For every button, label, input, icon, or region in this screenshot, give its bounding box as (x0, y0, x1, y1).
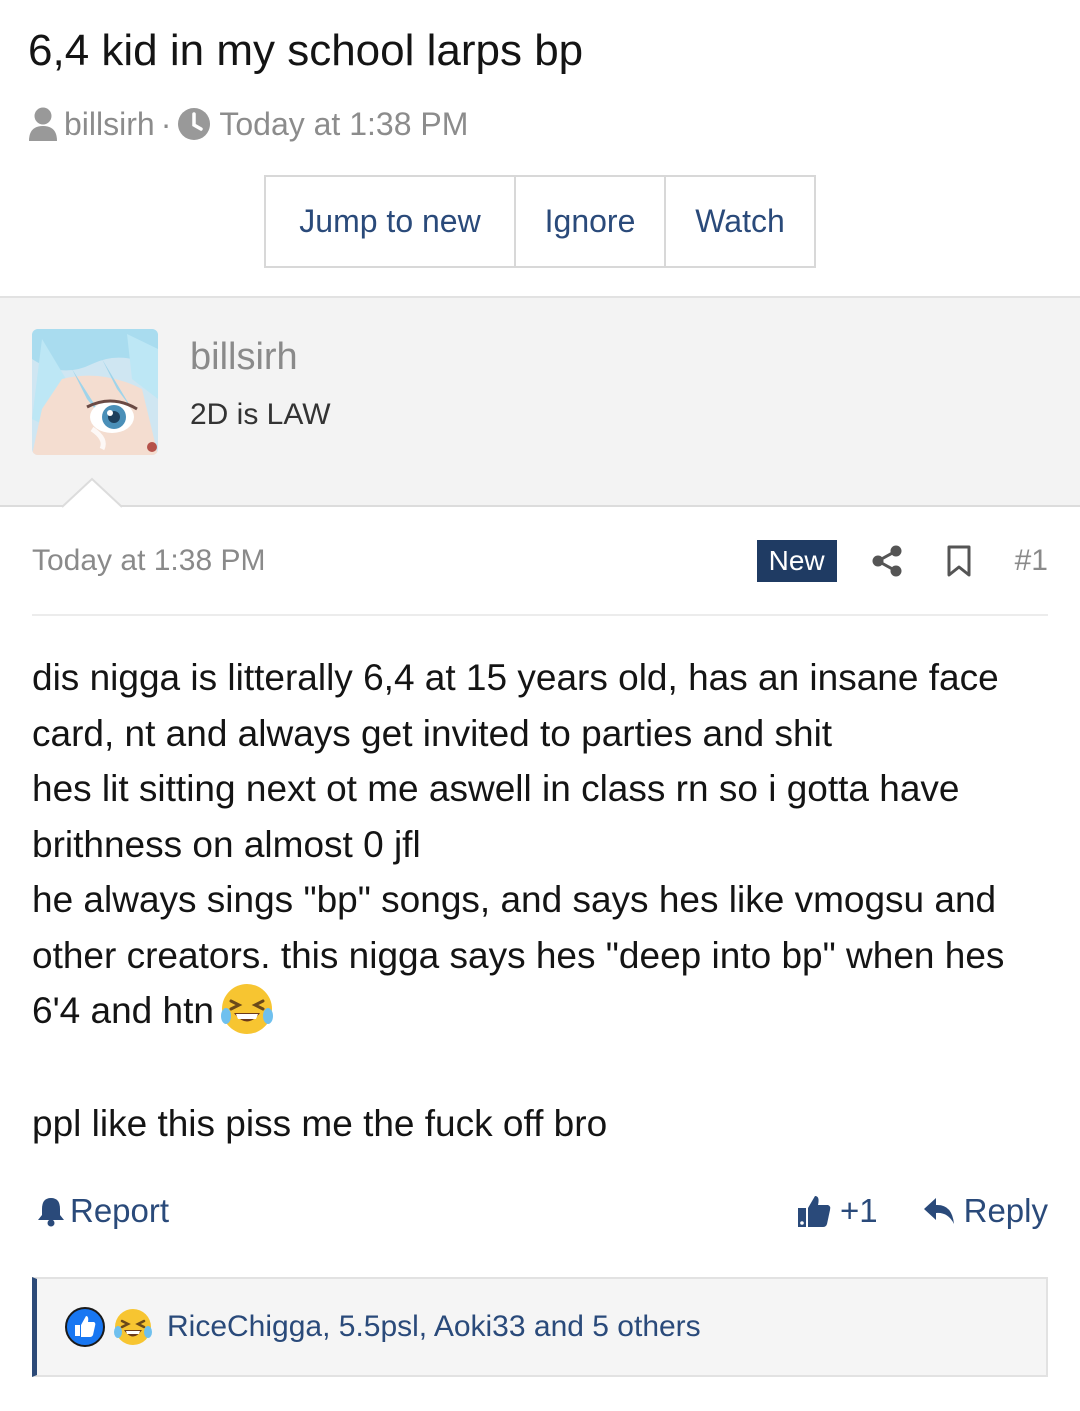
thread-author-link[interactable]: billsirh (64, 106, 155, 143)
avatar[interactable] (32, 329, 158, 455)
thread-header: 6,4 kid in my school larps bp billsirh ·… (0, 0, 1080, 296)
reactions-bar: RiceChigga, 5.5psl, Aoki33 and 5 others (32, 1277, 1048, 1377)
reply-button[interactable]: Reply (922, 1192, 1048, 1230)
watch-button[interactable]: Watch (666, 177, 814, 266)
laughing-tears-emoji-icon (220, 982, 274, 1036)
meta-separator: · (160, 105, 172, 142)
post-text-line: card, nt and always get invited to parti… (32, 712, 833, 754)
bell-icon (38, 1198, 64, 1227)
user-icon (28, 106, 58, 142)
user-title: 2D is LAW (190, 398, 331, 431)
jump-to-new-button[interactable]: Jump to new (266, 177, 516, 266)
like-count: +1 (840, 1192, 878, 1229)
post-meta: Today at 1:38 PM New #1 (32, 538, 1048, 584)
post-number-link[interactable]: #1 (1015, 544, 1048, 578)
report-label: Report (70, 1192, 170, 1229)
report-button[interactable]: Report (36, 1192, 796, 1230)
post-body: dis nigga is litterally 6,4 at 15 years … (32, 650, 1052, 1151)
post-date-link[interactable]: Today at 1:38 PM (32, 544, 757, 578)
post-username[interactable]: billsirh (190, 336, 298, 379)
thread-time-link[interactable]: Today at 1:38 PM (219, 106, 468, 143)
thread-action-buttons: Jump to new Ignore Watch (264, 175, 816, 268)
post-text-line: hes lit sitting next ot me aswell in cla… (32, 768, 960, 809)
like-reaction-icon (65, 1307, 105, 1347)
post-text: 6'4 and htn (32, 990, 214, 1031)
thread-meta: billsirh · Today at 1:38 PM (28, 104, 468, 144)
post-user-panel: billsirh 2D is LAW (0, 296, 1080, 507)
ignore-button[interactable]: Ignore (516, 177, 666, 266)
reply-label: Reply (963, 1192, 1048, 1229)
haha-reaction-icon (114, 1309, 152, 1345)
user-panel-arrow (62, 477, 123, 508)
post-text-line: dis nigga is litterally 6,4 at 15 years … (32, 657, 999, 698)
new-badge: New (756, 540, 837, 582)
post-text-line: he always sings "bp" songs, and says hes… (32, 879, 997, 920)
like-button[interactable]: +1 (796, 1192, 878, 1230)
reply-arrow-icon (923, 1198, 954, 1224)
post-text-line: brithness on almost 0 jfl (32, 823, 421, 865)
share-icon[interactable] (871, 545, 903, 577)
post-divider (32, 614, 1048, 616)
post-text-line-with-emoji: 6'4 and htn (32, 983, 1052, 1040)
reactions-list-link[interactable]: RiceChigga, 5.5psl, Aoki33 and 5 others (167, 1310, 701, 1344)
thumbs-up-icon (798, 1196, 831, 1227)
thread-title: 6,4 kid in my school larps bp (28, 26, 584, 75)
post-footer: Report +1 Reply (36, 1186, 1048, 1236)
bookmark-icon[interactable] (943, 545, 975, 577)
post-text-line: other creators. this nigga says hes "dee… (32, 934, 1005, 976)
post-text-line: ppl like this piss me the fuck off bro (32, 1102, 608, 1144)
clock-icon (177, 107, 211, 141)
